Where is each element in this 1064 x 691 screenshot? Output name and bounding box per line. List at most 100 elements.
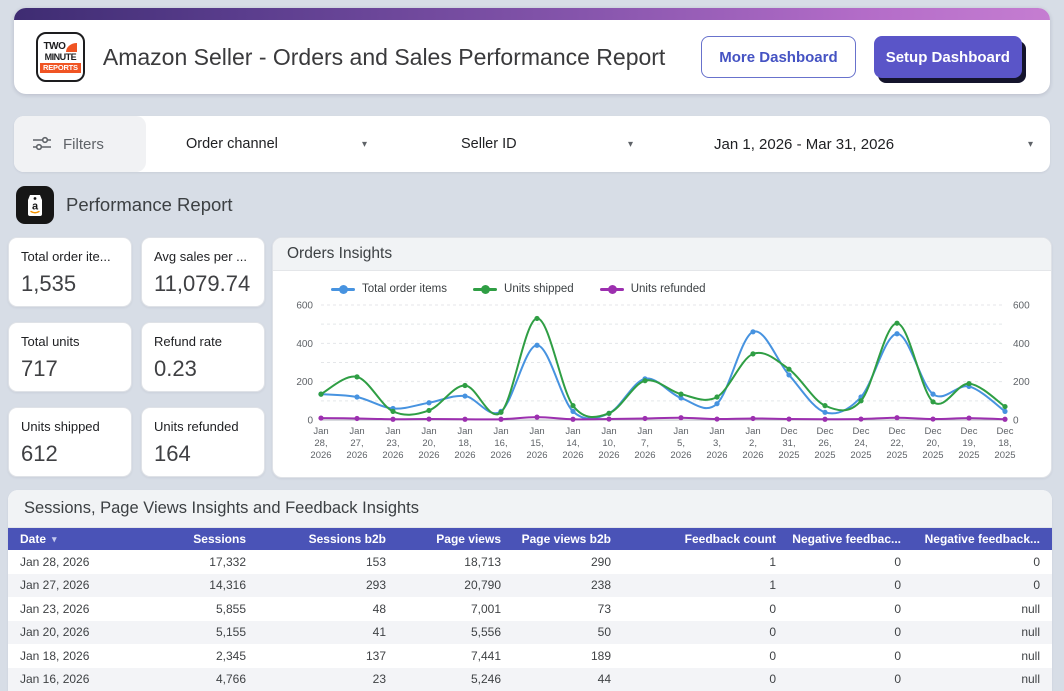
sort-descending-icon[interactable]: ▾ (52, 534, 57, 545)
more-dashboard-button[interactable]: More Dashboard (701, 36, 855, 78)
svg-text:Dec22,2025: Dec22,2025 (886, 426, 907, 461)
table-cell: null (913, 621, 1052, 645)
column-header-7[interactable]: Negative feedback... (913, 528, 1052, 550)
table-cell: 50 (513, 621, 623, 645)
table-row[interactable]: Jan 28, 202617,33215318,713290100 (8, 550, 1052, 574)
table-cell: 0 (623, 644, 788, 668)
table-cell: 0 (788, 621, 913, 645)
kpi-card-4[interactable]: Units shipped612 (8, 407, 132, 477)
date-range-chevron-down-icon[interactable]: ▾ (1028, 116, 1033, 172)
table-cell: Jan 18, 2026 (8, 644, 168, 668)
column-header-5[interactable]: Feedback count (623, 528, 788, 550)
table-row[interactable]: Jan 16, 20264,766235,2464400null (8, 668, 1052, 691)
date-range-picker[interactable]: Jan 1, 2026 - Mar 31, 2026 (714, 116, 894, 172)
logo-text-reports: REPORTS (40, 63, 81, 73)
svg-text:Jan23,2026: Jan23,2026 (382, 426, 403, 461)
kpi-value: 1,535 (21, 271, 119, 297)
svg-text:400: 400 (1013, 339, 1030, 350)
table-cell: 1 (623, 550, 788, 574)
kpi-card-3[interactable]: Refund rate0.23 (141, 322, 265, 392)
table-row[interactable]: Jan 20, 20265,155415,5565000null (8, 621, 1052, 645)
svg-text:Jan7,2026: Jan7,2026 (634, 426, 655, 461)
page-title: Amazon Seller - Orders and Sales Perform… (103, 44, 665, 71)
table-cell: 290 (513, 550, 623, 574)
table-row[interactable]: Jan 23, 20265,855487,0017300null (8, 597, 1052, 621)
kpi-card-5[interactable]: Units refunded164 (141, 407, 265, 477)
sliders-icon (32, 135, 52, 153)
table-cell: 5,556 (398, 621, 513, 645)
filters-toggle[interactable]: Filters (14, 116, 146, 172)
legend-marker (331, 288, 355, 291)
legend-marker (473, 288, 497, 291)
column-header-label: Date (20, 532, 46, 546)
svg-text:Dec18,2025: Dec18,2025 (994, 426, 1015, 461)
table-cell: 0 (788, 668, 913, 691)
svg-text:Jan14,2026: Jan14,2026 (562, 426, 583, 461)
kpi-card-0[interactable]: Total order ite...1,535 (8, 237, 132, 307)
column-header-3[interactable]: Page views (398, 528, 513, 550)
legend-item-units-refunded[interactable]: Units refunded (600, 283, 706, 295)
order-channel-dropdown[interactable]: Order channel (186, 116, 278, 172)
svg-text:200: 200 (1013, 377, 1030, 388)
column-header-2[interactable]: Sessions b2b (258, 528, 398, 550)
svg-text:Jan3,2026: Jan3,2026 (706, 426, 727, 461)
table-row[interactable]: Jan 27, 202614,31629320,790238100 (8, 574, 1052, 598)
column-header-6[interactable]: Negative feedbac... (788, 528, 913, 550)
header-gradient-bar (14, 8, 1050, 20)
table-cell: null (913, 597, 1052, 621)
seller-id-chevron-down-icon[interactable]: ▾ (628, 116, 633, 172)
svg-text:0: 0 (307, 416, 313, 427)
svg-text:Jan18,2026: Jan18,2026 (454, 426, 475, 461)
svg-text:Jan27,2026: Jan27,2026 (346, 426, 367, 461)
section-title: Performance Report (66, 194, 233, 216)
table-cell: 0 (788, 644, 913, 668)
kpi-label: Total units (21, 334, 119, 349)
legend-marker (600, 288, 624, 291)
kpi-card-2[interactable]: Total units717 (8, 322, 132, 392)
kpi-label: Units shipped (21, 419, 119, 434)
legend-item-units-shipped[interactable]: Units shipped (473, 283, 574, 295)
legend-label: Units shipped (504, 283, 574, 295)
table-cell: 189 (513, 644, 623, 668)
table-cell: 18,713 (398, 550, 513, 574)
table-cell: 0 (623, 597, 788, 621)
table-cell: 48 (258, 597, 398, 621)
column-header-4[interactable]: Page views b2b (513, 528, 623, 550)
table-cell: 0 (913, 574, 1052, 598)
seller-id-dropdown[interactable]: Seller ID (461, 116, 517, 172)
svg-text:Jan28,2026: Jan28,2026 (310, 426, 331, 461)
table-cell: Jan 16, 2026 (8, 668, 168, 691)
table-cell: 238 (513, 574, 623, 598)
table-row[interactable]: Jan 18, 20262,3451377,44118900null (8, 644, 1052, 668)
filters-label: Filters (63, 136, 104, 153)
order-channel-chevron-down-icon[interactable]: ▾ (362, 116, 367, 172)
table-cell: 153 (258, 550, 398, 574)
column-header-1[interactable]: Sessions (168, 528, 258, 550)
column-header-label: Sessions (193, 532, 246, 546)
table-cell: 44 (513, 668, 623, 691)
legend-item-total-order-items[interactable]: Total order items (331, 283, 447, 295)
performance-report-header: a Performance Report (16, 186, 233, 224)
kpi-label: Avg sales per ... (154, 249, 252, 264)
column-header-0[interactable]: Date ▾ (8, 528, 168, 550)
svg-text:Dec31,2025: Dec31,2025 (778, 426, 799, 461)
table-cell: 14,316 (168, 574, 258, 598)
table-cell: 4,766 (168, 668, 258, 691)
table-cell: 41 (258, 621, 398, 645)
svg-text:400: 400 (296, 339, 313, 350)
table-cell: Jan 27, 2026 (8, 574, 168, 598)
logo-fin-shape (66, 43, 77, 52)
kpi-card-1[interactable]: Avg sales per ... 11,079.74 (141, 237, 265, 307)
svg-text:Dec20,2025: Dec20,2025 (922, 426, 943, 461)
table-cell: 20,790 (398, 574, 513, 598)
table-cell: 0 (623, 621, 788, 645)
svg-text:0: 0 (1013, 416, 1019, 427)
table-cell: 0 (788, 550, 913, 574)
logo-text-two: TWO (44, 42, 66, 52)
setup-dashboard-button[interactable]: Setup Dashboard (874, 36, 1022, 78)
kpi-value: 11,079.74 (154, 271, 252, 297)
chart-title: Orders Insights (273, 238, 1051, 271)
orders-insights-chart[interactable]: 00200200400400600600Jan28,2026Jan27,2026… (273, 299, 1052, 477)
svg-text:600: 600 (1013, 301, 1030, 312)
table-header-row: Date ▾ Sessions Sessions b2bPage viewsPage … (8, 528, 1052, 550)
